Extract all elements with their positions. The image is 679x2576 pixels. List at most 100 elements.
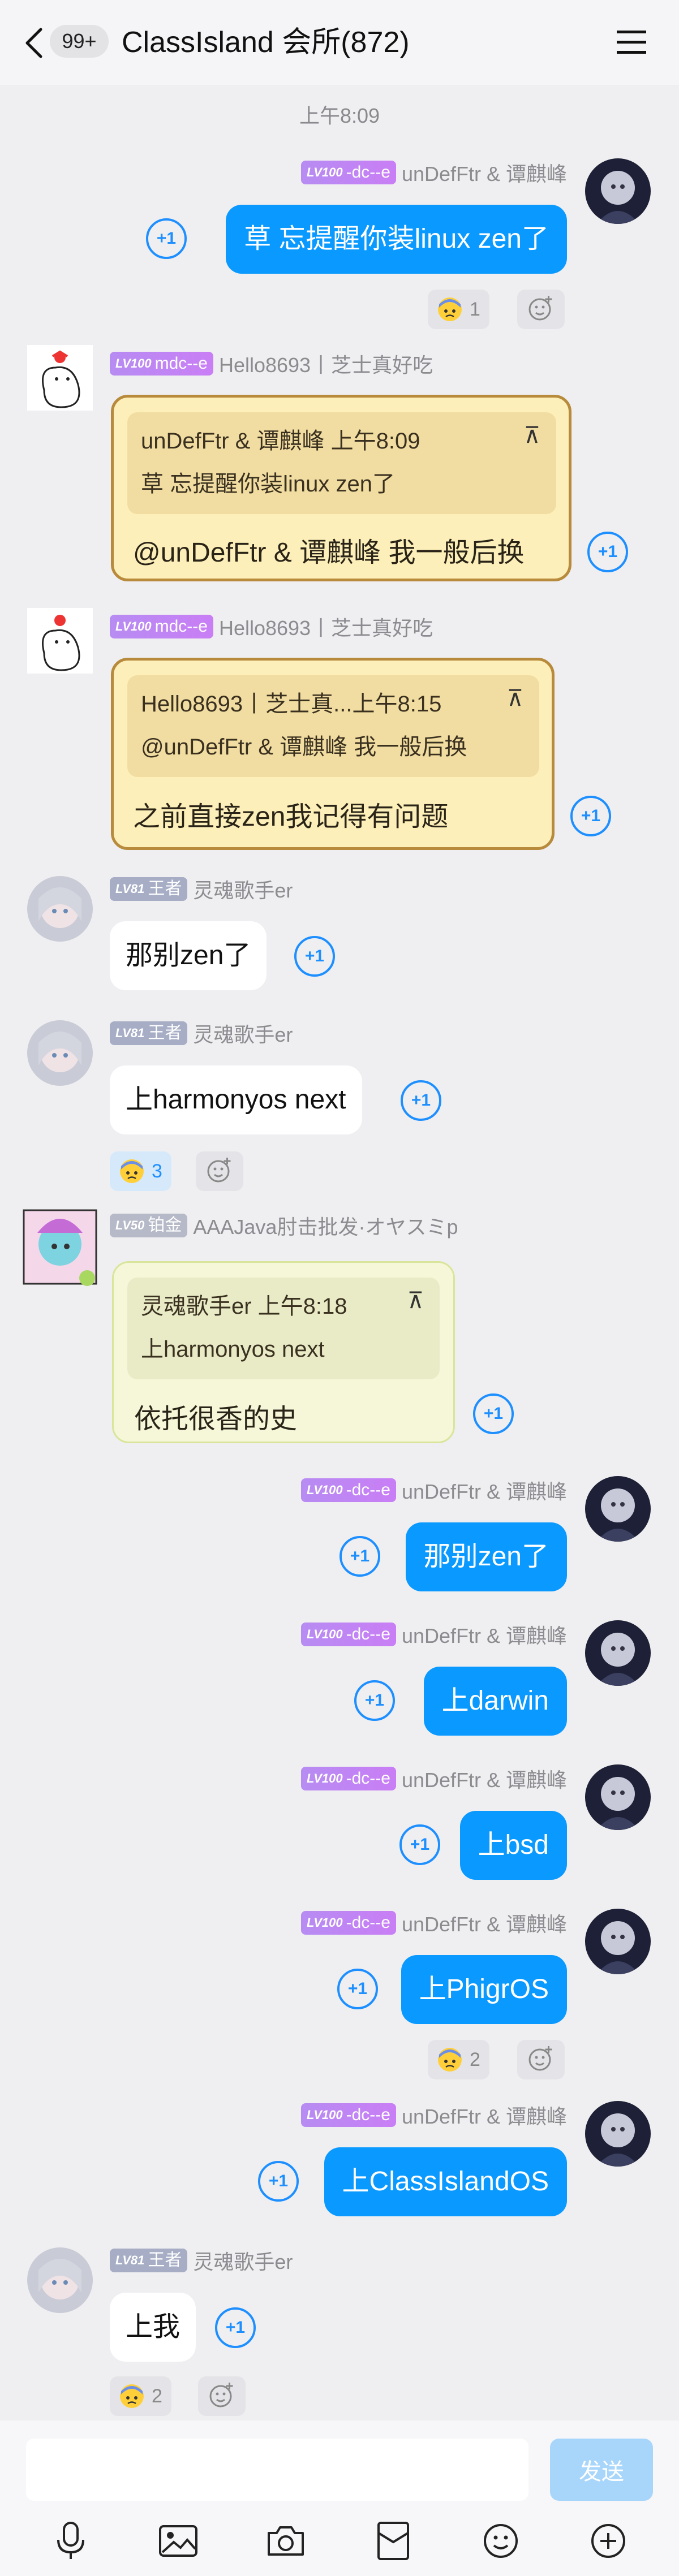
quoted-message[interactable]: unDefFtr & 谭麒峰 上午8:09 ⊼ 草 忘提醒你装linux zen… [127, 412, 556, 514]
back-arrow-icon[interactable] [23, 26, 45, 60]
avatar[interactable] [585, 158, 651, 224]
plus-one-button[interactable]: +1 [146, 218, 187, 259]
reaction-chip[interactable]: 2 [110, 2376, 171, 2416]
message-bubble[interactable]: 那别zen了 [110, 921, 267, 990]
message-text: @unDefFtr & 谭麒峰 我一般后换 [133, 538, 525, 568]
message-item: LV100 -dc--e unDefFtr & 谭麒峰 那别zen了 +1 [0, 1476, 679, 1600]
plus-one-button[interactable]: +1 [337, 1969, 378, 2009]
quote-header: Hello8693丨芝士真...上午8:15 [141, 692, 442, 717]
plus-one-button[interactable]: +1 [399, 1824, 440, 1865]
camera-button[interactable] [263, 2518, 308, 2564]
plus-one-button[interactable]: +1 [215, 2307, 256, 2348]
message-text: 依托很香的史 [134, 1404, 298, 1434]
emoji-button[interactable] [478, 2518, 523, 2564]
message-bubble[interactable]: 上PhigrOS [401, 1955, 567, 2024]
add-emoji-icon [209, 2383, 233, 2407]
envelope-icon [377, 2521, 409, 2560]
avatar[interactable] [27, 608, 93, 674]
quoted-message[interactable]: 灵魂歌手er 上午8:18 ⊼ 上harmonyos next [127, 1278, 440, 1379]
red-packet-button[interactable] [371, 2518, 416, 2564]
pin-top-icon: ⊼ [523, 423, 540, 448]
member-level-badge: LV81 王者 [110, 1021, 188, 1045]
member-level-badge: LV100 mdc--e [110, 352, 213, 376]
message-input[interactable] [26, 2439, 528, 2501]
add-emoji-icon [207, 1158, 231, 1183]
plus-one-button[interactable]: +1 [294, 936, 335, 977]
plus-one-button[interactable]: +1 [401, 1080, 441, 1121]
sender-meta: LV100 mdc--e Hello8693丨芝士真好吃 [110, 351, 433, 377]
avatar[interactable] [585, 1620, 651, 1686]
reaction-chip[interactable]: 2 [428, 2040, 489, 2079]
voice-button[interactable] [48, 2518, 93, 2564]
unread-count-badge[interactable]: 99+ [50, 25, 109, 58]
message-bubble[interactable]: 上darwin [423, 1667, 567, 1736]
more-button[interactable] [586, 2518, 631, 2564]
sender-meta: LV100 -dc--e unDefFtr & 谭麒峰 [300, 159, 567, 185]
avatar[interactable] [27, 876, 93, 942]
pin-top-icon: ⊼ [506, 686, 523, 711]
plus-one-button[interactable]: +1 [587, 532, 628, 572]
add-reaction-button[interactable] [517, 2040, 565, 2079]
member-level-badge: LV81 王者 [110, 2249, 188, 2272]
message-item: LV81 王者 灵魂歌手er 上harmonyos next +1 3 [0, 1018, 679, 1191]
add-reaction-button[interactable] [517, 290, 565, 329]
plus-one-button[interactable]: +1 [473, 1393, 514, 1434]
message-item: LV100 -dc--e unDefFtr & 谭麒峰 上darwin +1 [0, 1620, 679, 1745]
message-item: LV100 mdc--e Hello8693丨芝士真好吃 Hello8693丨芝士… [0, 608, 679, 857]
reaction-chip[interactable]: 3 [110, 1151, 171, 1191]
message-bubble[interactable]: 上我 [110, 2293, 196, 2362]
time-divider: 上午8:09 [299, 104, 380, 127]
sender-meta: LV81 王者 灵魂歌手er [110, 876, 293, 902]
plus-circle-icon [591, 2523, 625, 2558]
message-text: 之前直接zen我记得有问题 [133, 802, 449, 832]
avatar[interactable] [27, 1020, 93, 1086]
message-item: LV50 铂金 AAAJava肘击批发·オヤスミp 灵魂歌手er 上午8:18 ⊼… [0, 1205, 679, 1453]
sender-meta: LV100 -dc--e unDefFtr & 谭麒峰 [300, 2102, 567, 2128]
avatar[interactable] [27, 345, 93, 411]
reaction-count: 1 [470, 298, 480, 320]
sender-meta: LV81 王者 灵魂歌手er [110, 2247, 293, 2273]
message-item: LV100 -dc--e unDefFtr & 谭麒峰 上PhigrOS +1 2 [0, 1909, 679, 2084]
quoted-message[interactable]: Hello8693丨芝士真...上午8:15 ⊼ @unDefFtr & 谭麒峰… [127, 675, 539, 777]
quote-body: 上harmonyos next [141, 1337, 325, 1362]
avatar[interactable] [20, 1205, 102, 1289]
reaction-chip[interactable]: 1 [428, 290, 489, 329]
sender-name: Hello8693丨芝士真好吃 [218, 616, 433, 640]
member-level-badge: LV81 王者 [110, 877, 188, 901]
avatar[interactable] [585, 2101, 651, 2167]
send-button[interactable]: 发送 [550, 2439, 653, 2501]
chat-header: 99+ ClassIsland 会所(872) [0, 0, 679, 85]
emoji-icon [484, 2523, 518, 2558]
plus-one-button[interactable]: +1 [258, 2161, 299, 2202]
avatar[interactable] [585, 1764, 651, 1830]
message-bubble[interactable]: Hello8693丨芝士真...上午8:15 ⊼ @unDefFtr & 谭麒峰… [111, 658, 555, 850]
message-bubble[interactable]: unDefFtr & 谭麒峰 上午8:09 ⊼ 草 忘提醒你装linux zen… [111, 395, 571, 581]
plus-one-button[interactable]: +1 [570, 796, 611, 836]
sender-name: unDefFtr & 谭麒峰 [401, 162, 567, 185]
member-level-badge: LV100 mdc--e [110, 615, 213, 638]
message-bubble[interactable]: 上bsd [459, 1811, 567, 1880]
message-item: LV100 mdc--e Hello8693丨芝士真好吃 unDefFtr & 谭… [0, 345, 679, 582]
message-bubble[interactable]: 灵魂歌手er 上午8:18 ⊼ 上harmonyos next 依托很香的史 [112, 1261, 455, 1443]
quote-header: unDefFtr & 谭麒峰 上午8:09 [141, 429, 420, 454]
anxious-face-icon [120, 2384, 144, 2408]
message-bubble[interactable]: 草 忘提醒你装linux zen了 [226, 205, 567, 274]
pin-top-icon: ⊼ [407, 1288, 424, 1313]
message-bubble[interactable]: 上ClassIslandOS [324, 2147, 567, 2216]
message-bubble[interactable]: 那别zen了 [405, 1522, 567, 1591]
add-reaction-button[interactable] [196, 1151, 243, 1191]
message-bubble[interactable]: 上harmonyos next [110, 1065, 362, 1134]
avatar[interactable] [27, 2247, 93, 2313]
menu-icon[interactable] [616, 29, 647, 55]
image-button[interactable] [156, 2518, 201, 2564]
sender-name: unDefFtr & 谭麒峰 [401, 1480, 567, 1503]
member-level-badge: LV100 -dc--e [300, 1911, 396, 1935]
add-reaction-button[interactable] [198, 2376, 246, 2416]
member-level-badge: LV100 -dc--e [300, 2103, 396, 2127]
plus-one-button[interactable]: +1 [354, 1680, 395, 1721]
reaction-count: 3 [152, 1160, 162, 1182]
member-level-badge: LV50 铂金 [110, 1214, 188, 1237]
plus-one-button[interactable]: +1 [340, 1536, 380, 1577]
avatar[interactable] [585, 1909, 651, 1974]
avatar[interactable] [585, 1476, 651, 1542]
